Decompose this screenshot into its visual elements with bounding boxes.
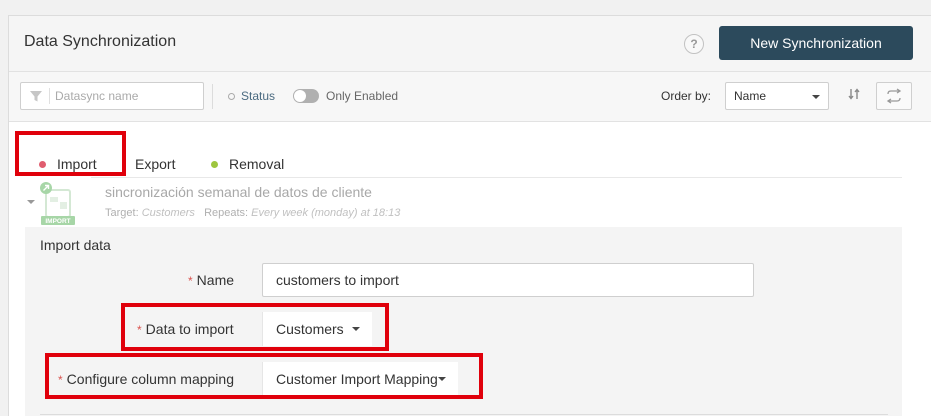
tab-export[interactable]: Export	[135, 156, 175, 172]
import-sync-icon: IMPORT	[40, 182, 75, 225]
sync-item-meta: Target: Customers Repeats: Every week (m…	[105, 207, 400, 219]
tab-removal[interactable]: Removal	[211, 156, 284, 172]
sync-item-title[interactable]: sincronización semanal de datos de clien…	[105, 184, 372, 200]
refresh-button[interactable]	[876, 82, 912, 110]
search-box[interactable]	[20, 82, 204, 110]
import-data-form: Import data * Name customers to import * D…	[25, 227, 902, 416]
required-marker: *	[188, 274, 193, 288]
name-label-text: Name	[196, 272, 235, 288]
panel-header: Data Synchronization ? New Synchronizati…	[9, 16, 931, 72]
help-icon[interactable]: ?	[684, 34, 704, 54]
only-enabled-label: Only Enabled	[326, 89, 399, 103]
tab-removal-label: Removal	[229, 156, 285, 172]
target-label: Target:	[105, 207, 139, 219]
import-badge-text: IMPORT	[45, 218, 70, 225]
removal-dot-icon	[211, 160, 218, 168]
sort-direction-icon[interactable]	[843, 86, 865, 106]
sync-content: Import Export Removal IMPORT sincronizac…	[9, 122, 931, 416]
refresh-icon	[886, 88, 902, 104]
order-by-value: Name	[734, 89, 767, 103]
item-divider	[91, 177, 902, 178]
highlight-import-tab	[15, 131, 126, 176]
order-by-label: Order by:	[661, 89, 712, 103]
data-sync-panel: Data Synchronization ? New Synchronizati…	[8, 15, 931, 416]
repeats-label: Repeats:	[204, 207, 249, 219]
target-value: Customers	[141, 207, 195, 219]
chevron-down-icon	[812, 95, 820, 99]
order-by-select[interactable]: Name	[725, 82, 829, 110]
filter-toolbar: Status Only Enabled Order by: Name	[9, 72, 931, 122]
search-separator	[49, 88, 50, 104]
name-field-label: * Name	[188, 272, 234, 288]
repeats-value: Every week (monday) at 18:13	[251, 207, 401, 219]
form-title: Import data	[40, 237, 111, 253]
search-input[interactable]	[55, 86, 195, 106]
status-indicator-icon	[228, 93, 235, 100]
only-enabled-toggle[interactable]	[293, 89, 319, 103]
form-bottom-divider	[40, 414, 888, 415]
toolbar-divider	[212, 84, 213, 109]
new-synchronization-button[interactable]: New Synchronization	[719, 26, 913, 60]
page-title: Data Synchronization	[24, 33, 177, 50]
filter-icon	[30, 91, 42, 102]
name-input[interactable]: customers to import	[262, 263, 754, 297]
collapse-caret-icon[interactable]	[27, 200, 35, 204]
highlight-column-mapping	[45, 353, 483, 399]
toggle-knob	[294, 90, 306, 102]
tab-export-label: Export	[135, 156, 176, 172]
status-filter-link[interactable]: Status	[241, 89, 275, 103]
highlight-data-to-import	[121, 303, 389, 351]
